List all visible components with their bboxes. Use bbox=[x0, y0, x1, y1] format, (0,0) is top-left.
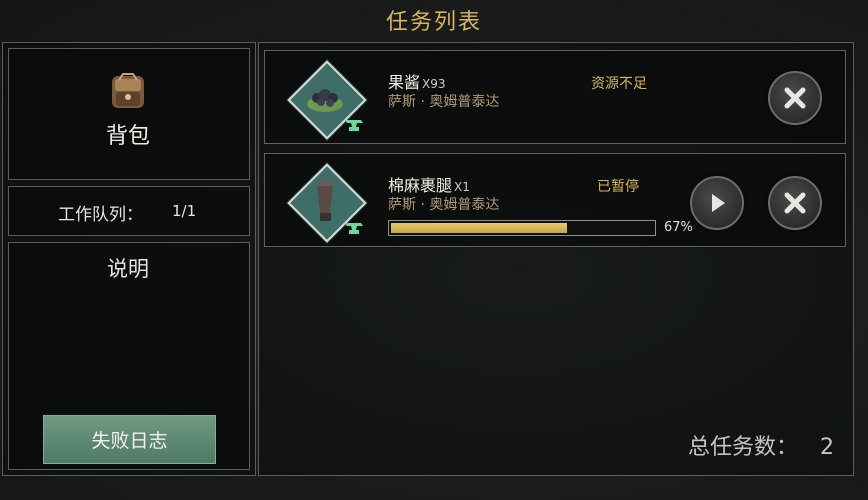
task-progress-bar bbox=[388, 220, 656, 236]
backpack-label: 背包 bbox=[105, 124, 150, 149]
leggings-icon bbox=[317, 181, 333, 221]
task-item: 棉麻裹腿 X1 萨斯 · 奥姆普泰达 已暂停 67% bbox=[264, 153, 846, 247]
task-item-name: 果酱 X93 bbox=[388, 69, 446, 93]
task-progress-percent: 67% bbox=[664, 220, 693, 235]
fail-log-button[interactable]: 失败日志 bbox=[43, 415, 216, 464]
task-npc-name: 萨斯 · 奥姆普泰达 bbox=[388, 197, 500, 213]
task-status: 已暂停 bbox=[597, 179, 639, 195]
total-tasks-value: 2 bbox=[820, 435, 835, 460]
resume-task-button[interactable] bbox=[690, 176, 744, 230]
backpack-icon[interactable] bbox=[107, 70, 149, 112]
total-tasks-label: 总任务数： bbox=[688, 435, 799, 460]
task-npc-name: 萨斯 · 奥姆普泰达 bbox=[388, 94, 500, 110]
close-icon bbox=[784, 87, 806, 109]
page-title: 任务列表 bbox=[385, 10, 482, 35]
close-icon bbox=[784, 192, 806, 214]
play-icon bbox=[712, 194, 725, 212]
work-queue-value: 1/1 bbox=[172, 202, 197, 220]
anvil-icon bbox=[345, 120, 363, 131]
task-item-icon-frame bbox=[287, 60, 367, 140]
anvil-icon bbox=[345, 223, 363, 234]
task-name-text: 棉麻裹腿 bbox=[388, 176, 453, 195]
task-quantity: X1 bbox=[454, 180, 470, 194]
cancel-task-button[interactable] bbox=[768, 176, 822, 230]
task-item: 果酱 X93 萨斯 · 奥姆普泰达 资源不足 bbox=[264, 50, 846, 144]
task-name-text: 果酱 bbox=[388, 73, 421, 92]
jam-icon bbox=[307, 89, 343, 112]
task-progress-fill bbox=[391, 223, 567, 233]
work-queue-label: 工作队列： bbox=[58, 205, 143, 225]
task-status: 资源不足 bbox=[591, 76, 647, 92]
task-item-icon-frame bbox=[287, 163, 367, 243]
cancel-task-button[interactable] bbox=[768, 71, 822, 125]
task-item-name: 棉麻裹腿 X1 bbox=[388, 172, 470, 196]
total-tasks: 总任务数： 2 bbox=[688, 429, 834, 461]
description-label: 说明 bbox=[107, 257, 149, 281]
task-quantity: X93 bbox=[422, 77, 446, 91]
backpack-button[interactable] bbox=[8, 48, 250, 180]
